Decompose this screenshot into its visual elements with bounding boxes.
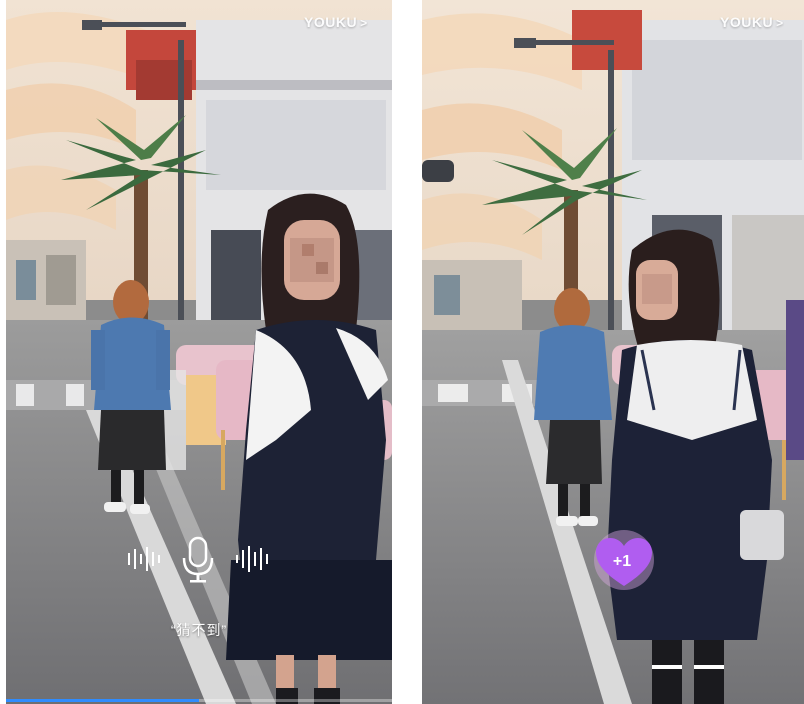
video-frame-street-scene [422,0,804,704]
logo-arrow-icon: > [360,16,368,30]
logo-arrow-icon: > [776,16,784,30]
youku-logo: YOUKU > [304,14,368,30]
logo-text: YOUKU [304,14,358,30]
youku-logo: YOUKU > [720,14,784,30]
sound-wave-icon-right [236,546,268,572]
voice-input-indicator[interactable] [126,536,272,588]
video-progress-fill [6,699,199,702]
video-panel-right[interactable]: YOUKU > +1 [422,0,804,704]
video-panel-left[interactable]: YOUKU > “猜不到” [6,0,392,704]
microphone-icon[interactable] [180,536,216,584]
like-count-badge: +1 [612,553,632,570]
logo-text: YOUKU [720,14,774,30]
sound-wave-icon-left [128,547,160,571]
voice-caption: “猜不到” [170,622,228,638]
video-frame-street-scene [6,0,392,704]
video-progress-bar[interactable] [6,699,392,702]
